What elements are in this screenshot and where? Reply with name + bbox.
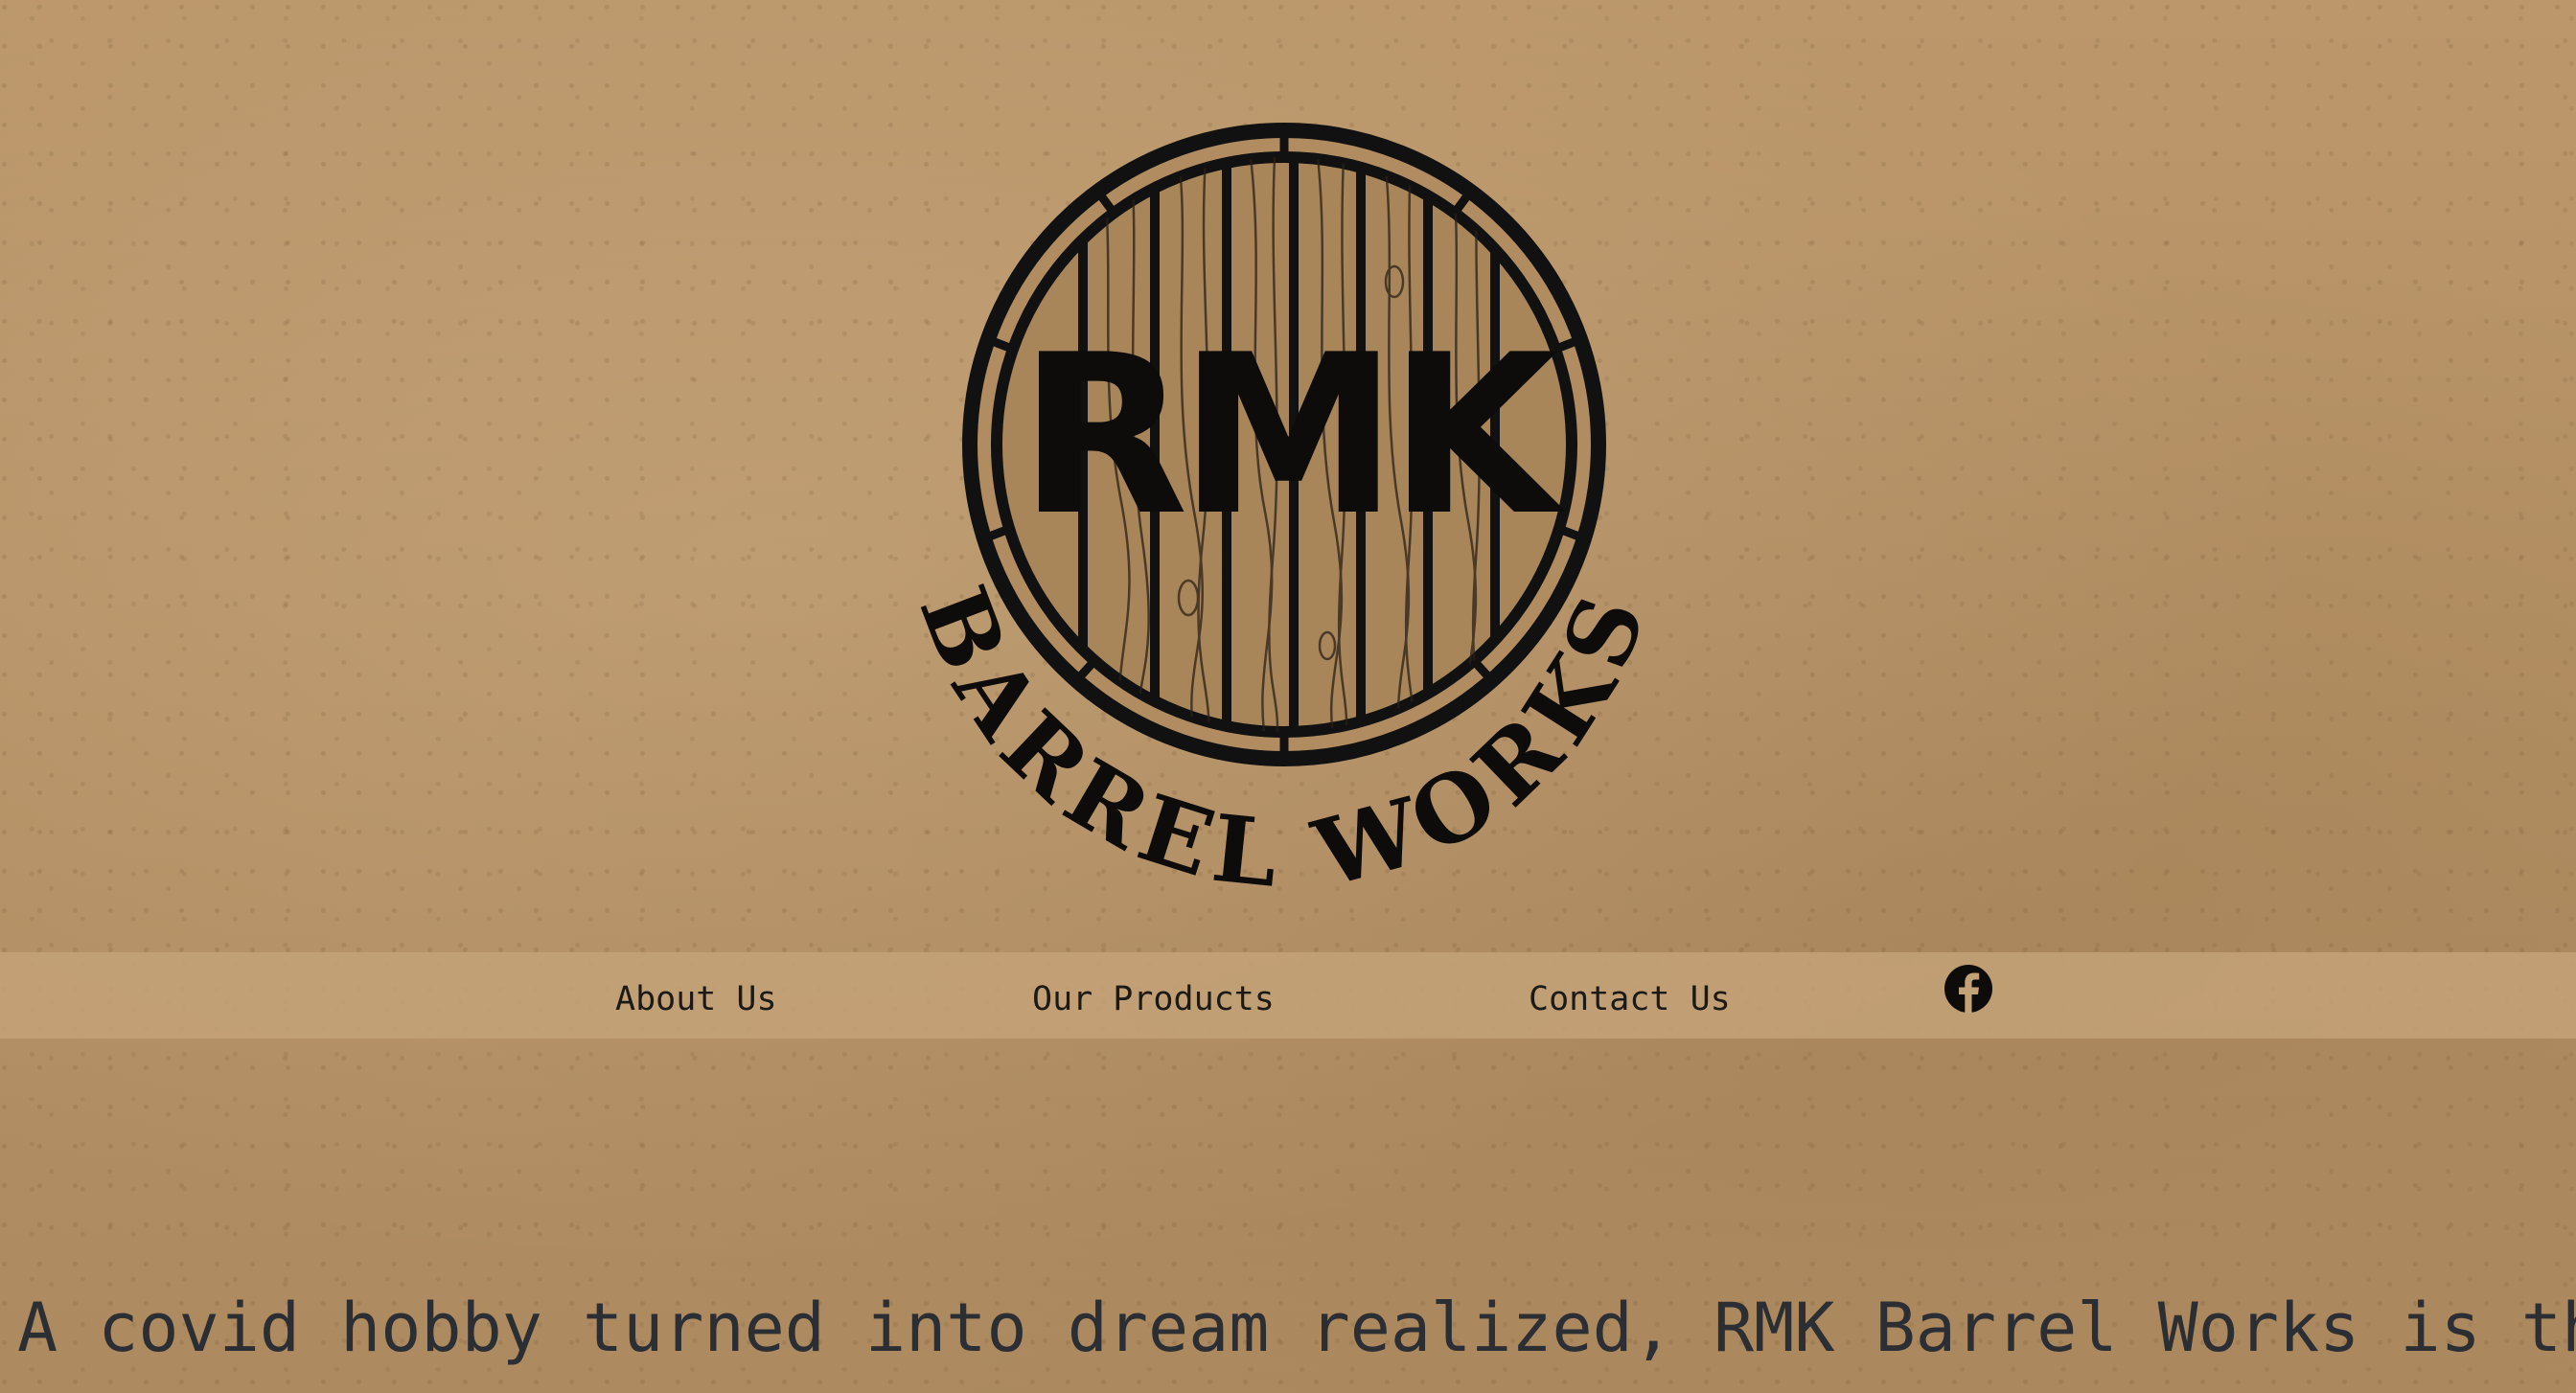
site-logo[interactable]: RMK BARREL WORKS (843, 61, 1725, 904)
hero-tagline: A covid hobby turned into dream realized… (17, 1289, 2576, 1367)
barrel-logo-graphic: RMK BARREL WORKS (899, 123, 1660, 904)
nav-contact-us-link[interactable]: Contact Us (1529, 952, 1731, 1039)
logo-monogram: RMK (1019, 308, 1567, 564)
facebook-icon[interactable] (1944, 964, 1993, 1014)
nav-about-us-link[interactable]: About Us (615, 952, 777, 1039)
nav-our-products-link[interactable]: Our Products (1032, 952, 1275, 1039)
main-nav: About Us Our Products Contact Us (0, 952, 2576, 1039)
